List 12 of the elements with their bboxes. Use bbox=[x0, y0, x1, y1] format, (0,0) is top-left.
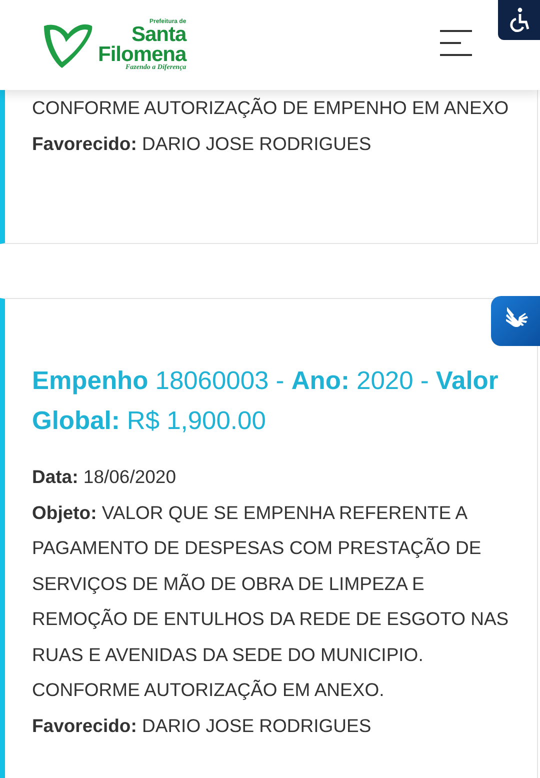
logo-name: Filomena bbox=[98, 44, 186, 64]
card-field: Objeto: VALOR QUE SE EMPENHA REFERENTE A PAGAMENTO DE DESPESAS COM PRESTAÇÃO DE SERVIÇOS DE MÃO DE OBRA DE LIMPEZA E REMOÇÃO DE ENTULHOS DA REDE DE ESGOTO NAS RUAS E AVENIDAS DA SEDE DO MUNICIPIO. CONFORME AUTORIZAÇÃO EM ANEXO. bbox=[32, 494, 517, 708]
card-field: Favorecido: DARIO JOSE RODRIGUES bbox=[32, 708, 517, 743]
card-field: Data: 18/06/2020 bbox=[32, 459, 517, 494]
card-title: Empenho 18060003 - Ano: 2020 - Valor Global: R$ 1,900.00 bbox=[32, 366, 500, 437]
card-field: CONFORME AUTORIZAÇÃO DE EMPENHO EM ANEXO bbox=[32, 90, 517, 126]
sign-language-button[interactable] bbox=[491, 296, 540, 346]
accessibility-button[interactable] bbox=[498, 0, 540, 40]
card-field: Favorecido: DARIO JOSE RODRIGUES bbox=[32, 126, 517, 161]
wheelchair-icon bbox=[507, 7, 531, 33]
menu-button[interactable] bbox=[440, 30, 472, 56]
logo-name: Santa bbox=[132, 24, 186, 44]
